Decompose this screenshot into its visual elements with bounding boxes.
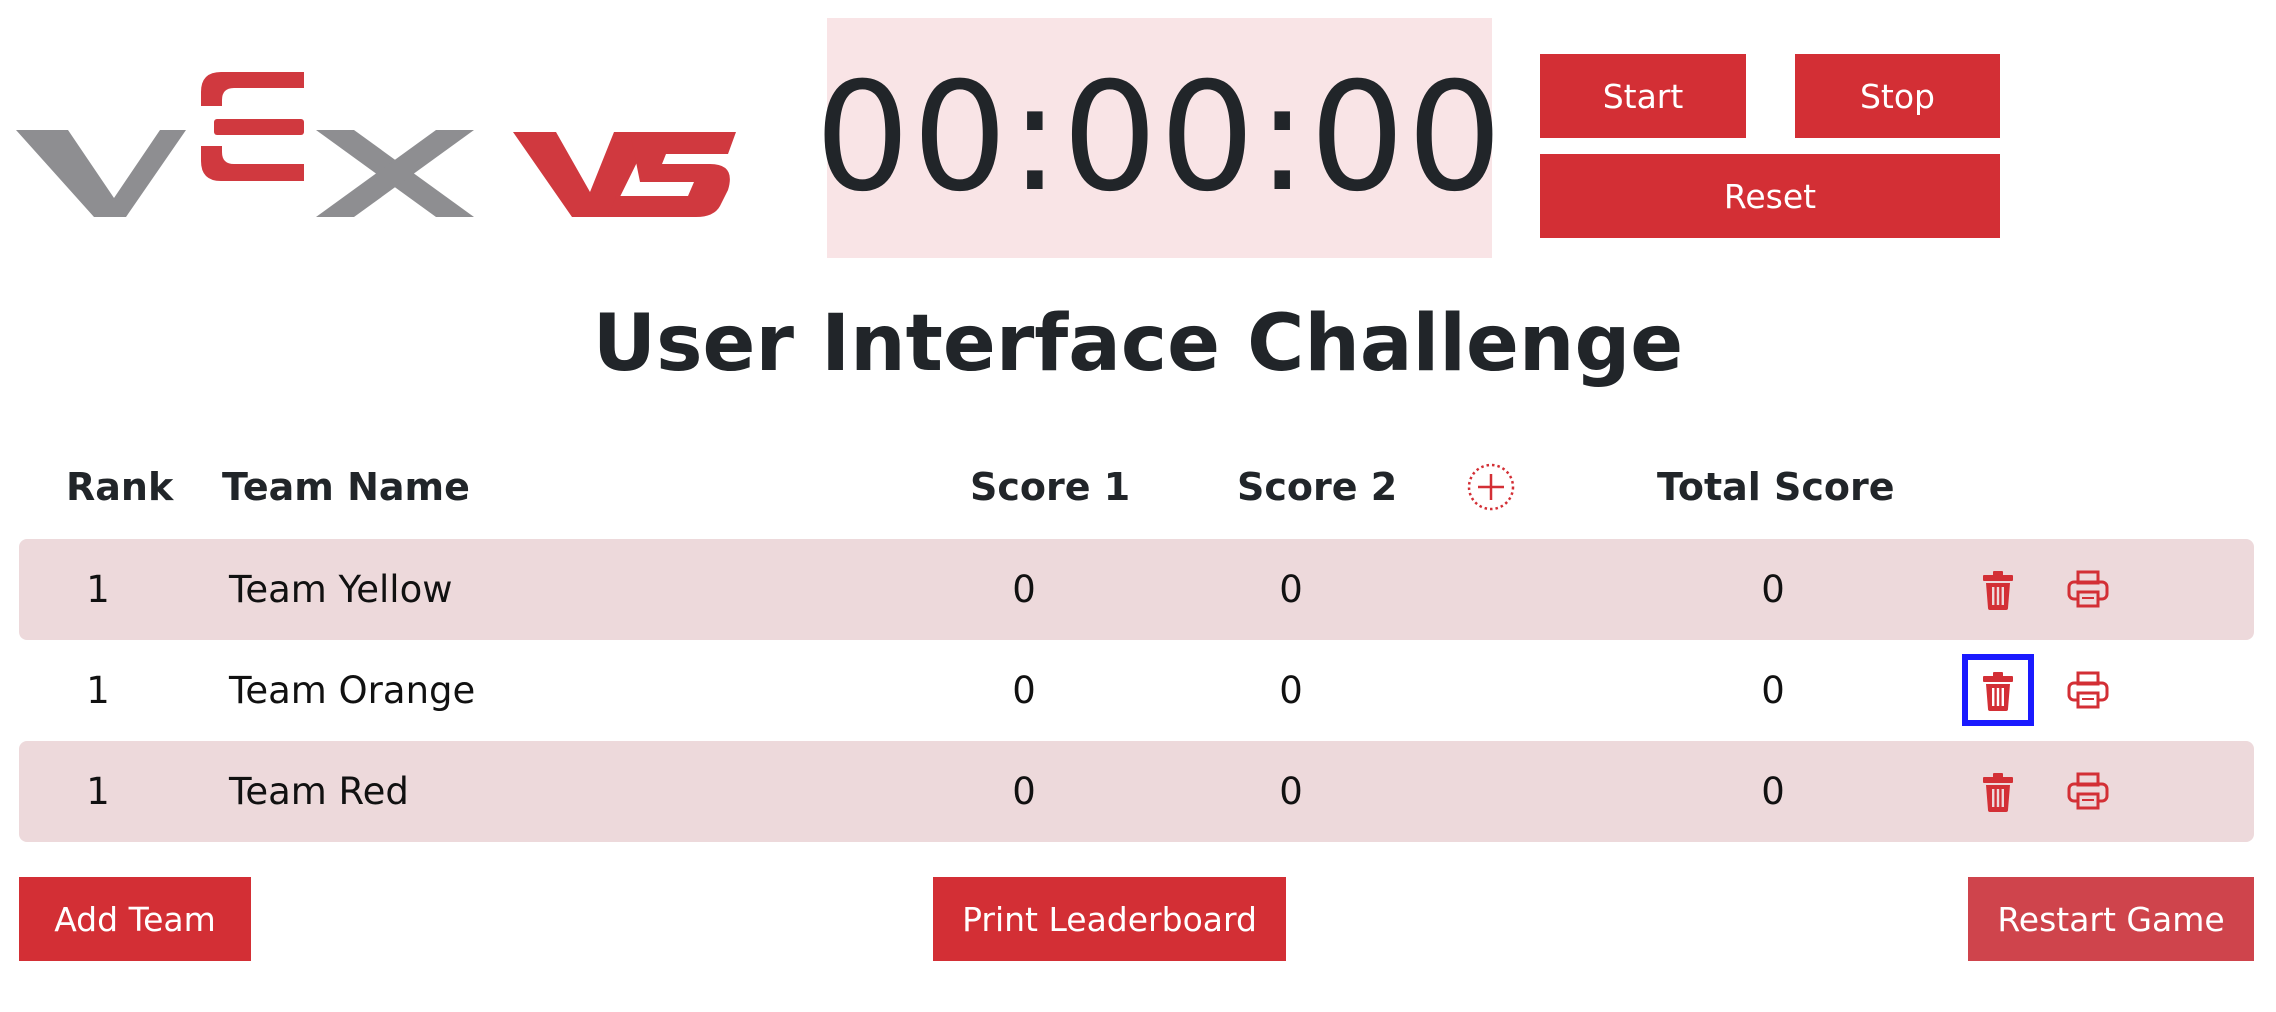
- trash-icon: [1983, 571, 2013, 610]
- delete-team-button[interactable]: [1973, 564, 2023, 614]
- score-2-cell[interactable]: 0: [1261, 539, 1321, 640]
- reset-button[interactable]: Reset: [1540, 154, 2000, 238]
- logo-v5: [513, 132, 736, 217]
- printer-icon: [2067, 671, 2109, 709]
- score-1-cell[interactable]: 0: [994, 539, 1054, 640]
- total-score-cell: 0: [1761, 669, 1785, 712]
- column-header-total-score: Total Score: [1657, 465, 1895, 509]
- column-header-rank: Rank: [66, 465, 174, 509]
- add-score-column-button[interactable]: [1466, 462, 1516, 512]
- logo-letter-v: [16, 130, 186, 217]
- page-title: User Interface Challenge: [592, 299, 1684, 389]
- column-header-score-1: Score 1: [970, 465, 1131, 509]
- table-row: 1 Team Red 0 0 0: [19, 741, 2254, 842]
- score-2-cell[interactable]: 0: [1261, 741, 1321, 842]
- printer-icon: [2067, 772, 2109, 810]
- table-row: 1 Team Orange 0 0 0: [19, 640, 2254, 741]
- logo-letter-e: [201, 72, 304, 181]
- total-score-cell: 0: [1761, 770, 1785, 813]
- start-button[interactable]: Start: [1540, 54, 1746, 138]
- stop-button[interactable]: Stop: [1795, 54, 2000, 138]
- add-circle-icon: [1467, 463, 1515, 511]
- table-row: 1 Team Yellow 0 0 0: [19, 539, 2254, 640]
- rank-cell: 1: [86, 568, 110, 611]
- rank-cell: 1: [86, 770, 110, 813]
- delete-team-button[interactable]: [1973, 766, 2023, 816]
- team-name-cell: Team Orange: [229, 669, 476, 712]
- score-2-cell[interactable]: 0: [1261, 640, 1321, 741]
- trash-icon: [1983, 672, 2013, 711]
- total-score-cell: 0: [1761, 568, 1785, 611]
- score-1-cell[interactable]: 0: [994, 741, 1054, 842]
- trash-icon: [1983, 773, 2013, 812]
- printer-icon: [2067, 570, 2109, 608]
- vex-v5-logo: [16, 72, 736, 217]
- add-team-button[interactable]: Add Team: [19, 877, 251, 961]
- column-header-score-2: Score 2: [1237, 465, 1398, 509]
- logo-letter-x: [316, 130, 474, 217]
- print-leaderboard-button[interactable]: Print Leaderboard: [933, 877, 1286, 961]
- print-team-button[interactable]: [2063, 766, 2113, 816]
- timer-value: 00:00:00: [814, 51, 1505, 225]
- rank-cell: 1: [86, 669, 110, 712]
- column-header-team-name: Team Name: [222, 465, 470, 509]
- restart-game-button[interactable]: Restart Game: [1968, 877, 2254, 961]
- score-1-cell[interactable]: 0: [994, 640, 1054, 741]
- print-team-button[interactable]: [2063, 564, 2113, 614]
- timer-display: 00:00:00: [815, 18, 1502, 258]
- delete-team-button[interactable]: [1962, 654, 2034, 726]
- team-name-cell: Team Red: [229, 770, 409, 813]
- print-team-button[interactable]: [2063, 665, 2113, 715]
- team-name-cell: Team Yellow: [229, 568, 453, 611]
